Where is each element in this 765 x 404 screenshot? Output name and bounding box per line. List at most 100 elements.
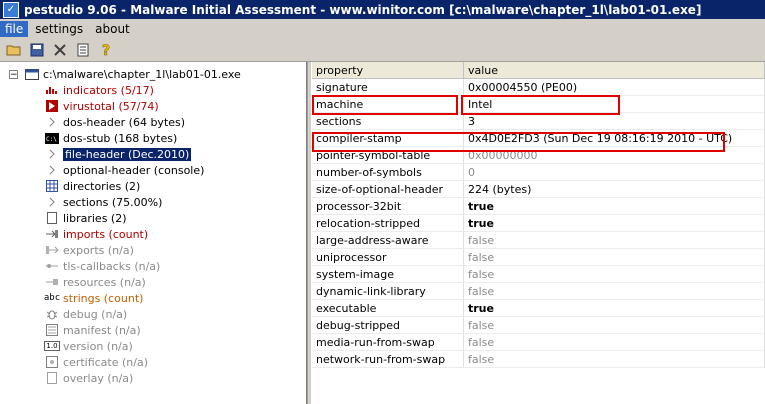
menu-about[interactable]: about: [90, 21, 135, 37]
grid-icon: [44, 180, 60, 192]
tree-item-dos-header[interactable]: dos-header (64 bytes): [44, 114, 185, 130]
tree-item-overlay[interactable]: overlay (n/a): [44, 370, 133, 386]
value-cell: true: [463, 197, 765, 215]
menu-file[interactable]: file: [0, 21, 29, 37]
table-row[interactable]: uniprocessor false: [312, 248, 765, 266]
table-row[interactable]: sections 3: [312, 112, 765, 130]
property-cell: size-of-optional-header: [312, 180, 464, 198]
value-cell: false: [463, 231, 765, 249]
property-cell: uniprocessor: [312, 248, 464, 266]
value-cell: true: [463, 299, 765, 317]
table-row[interactable]: dynamic-link-library false: [312, 282, 765, 300]
property-cell: sections: [312, 112, 464, 130]
tree-item-strings[interactable]: abc strings (count): [43, 290, 144, 306]
table-row[interactable]: system-image false: [312, 265, 765, 283]
value-cell: 0x4D0E2FD3 (Sun Dec 19 08:16:19 2010 - U…: [463, 129, 765, 147]
tree-item-sections[interactable]: sections (75.00%): [44, 194, 162, 210]
property-cell: machine: [312, 95, 464, 113]
menu-settings[interactable]: settings: [30, 21, 88, 37]
list-icon[interactable]: [73, 41, 93, 59]
tree-root[interactable]: c:\malware\chapter_1l\lab01-01.exe: [24, 66, 241, 82]
overlay-icon: [44, 372, 60, 384]
cut-icon[interactable]: [50, 41, 70, 59]
tree-item-dos-stub[interactable]: C:\ dos-stub (168 bytes): [44, 130, 177, 146]
value-cell: true: [463, 214, 765, 232]
table-row[interactable]: large-address-aware false: [312, 231, 765, 249]
tree-item-label: manifest (n/a): [63, 323, 141, 337]
value-cell: 0x00000000: [463, 146, 765, 164]
value-cell: 224 (bytes): [463, 180, 765, 198]
tree-item-label: optional-header (console): [63, 163, 205, 177]
value-cell: 0x00004550 (PE00): [463, 78, 765, 96]
table-row[interactable]: size-of-optional-header 224 (bytes): [312, 180, 765, 198]
table-row[interactable]: signature 0x00004550 (PE00): [312, 78, 765, 96]
chevron-icon: [44, 116, 60, 128]
tree-item-imports[interactable]: imports (count): [44, 226, 148, 242]
tree-item-optional-header[interactable]: optional-header (console): [44, 162, 204, 178]
tree-item-tls-callbacks[interactable]: tls-callbacks (n/a): [44, 258, 160, 274]
property-cell: executable: [312, 299, 464, 317]
table-row[interactable]: debug-stripped false: [312, 316, 765, 334]
tree-item-virustotal[interactable]: virustotal (57/74): [44, 98, 159, 114]
property-cell: signature: [312, 78, 464, 96]
table-row[interactable]: executable true: [312, 299, 765, 317]
table-row[interactable]: pointer-symbol-table 0x00000000: [312, 146, 765, 164]
tls-icon: [44, 260, 60, 272]
table-row[interactable]: relocation-stripped true: [312, 214, 765, 232]
tree-item-label: indicators (5/17): [63, 83, 154, 97]
help-icon[interactable]: ?: [96, 41, 116, 59]
tree-item-label: certificate (n/a): [63, 355, 149, 369]
open-folder-icon[interactable]: [4, 41, 24, 59]
tree-item-label: imports (count): [63, 227, 149, 241]
svg-text:C:\: C:\: [46, 136, 57, 143]
tree-item-label: overlay (n/a): [63, 371, 134, 385]
value-cell: false: [463, 265, 765, 283]
table-row[interactable]: network-run-from-swap false: [312, 350, 765, 368]
tree-item-directories[interactable]: directories (2): [44, 178, 140, 194]
window-title: pestudio 9.06 - Malware Initial Assessme…: [24, 2, 702, 17]
column-header-value[interactable]: value: [463, 62, 765, 79]
tree-item-label: resources (n/a): [63, 275, 146, 289]
save-icon[interactable]: [27, 41, 47, 59]
manifest-icon: [44, 324, 60, 336]
value-cell: false: [463, 248, 765, 266]
tree-item-label: file-header (Dec.2010): [63, 147, 192, 161]
table-row[interactable]: processor-32bit true: [312, 197, 765, 215]
property-cell: compiler-stamp: [312, 129, 464, 147]
certificate-icon: [44, 356, 60, 368]
tree-item-version[interactable]: 1.0 version (n/a): [44, 338, 133, 354]
property-cell: system-image: [312, 265, 464, 283]
tree-item-certificate[interactable]: certificate (n/a): [44, 354, 148, 370]
tree-item-libraries[interactable]: libraries (2): [44, 210, 127, 226]
tree-item-exports[interactable]: exports (n/a): [44, 242, 134, 258]
tree-item-label: dos-header (64 bytes): [63, 115, 186, 129]
table-row[interactable]: number-of-symbols 0: [312, 163, 765, 181]
tree-item-manifest[interactable]: manifest (n/a): [44, 322, 141, 338]
console-icon: C:\: [44, 132, 60, 144]
table-row[interactable]: compiler-stamp 0x4D0E2FD3 (Sun Dec 19 08:…: [312, 129, 765, 147]
property-cell: pointer-symbol-table: [312, 146, 464, 164]
collapse-toggle[interactable]: −: [9, 70, 18, 80]
table-row[interactable]: media-run-from-swap false: [312, 333, 765, 351]
tree-item-file-header[interactable]: file-header (Dec.2010): [44, 146, 192, 162]
property-cell: debug-stripped: [312, 316, 464, 334]
imports-icon: [44, 228, 60, 240]
column-header-property[interactable]: property: [312, 62, 464, 79]
properties-table: property value signature 0x00004550 (PE00…: [312, 62, 765, 368]
tree-item-indicators[interactable]: indicators (5/17): [44, 82, 154, 98]
table-header: property value: [312, 62, 765, 79]
property-cell: media-run-from-swap: [312, 333, 464, 351]
property-cell: dynamic-link-library: [312, 282, 464, 300]
tree-item-label: strings (count): [63, 291, 144, 305]
version-icon: 1.0: [44, 341, 60, 351]
tree-panel: − c:\malware\chapter_1l\lab01-01.exe ind…: [0, 62, 307, 404]
chevron-icon: [44, 196, 60, 208]
tree-item-resources[interactable]: resources (n/a): [44, 274, 146, 290]
tree-item-debug[interactable]: debug (n/a): [44, 306, 127, 322]
chevron-icon: [44, 148, 60, 160]
pestudio-app-icon[interactable]: ✓: [3, 1, 19, 18]
value-cell: false: [463, 333, 765, 351]
svg-text:?: ?: [102, 43, 110, 58]
abc-icon: abc: [43, 293, 61, 303]
table-row[interactable]: machine Intel: [312, 95, 765, 113]
